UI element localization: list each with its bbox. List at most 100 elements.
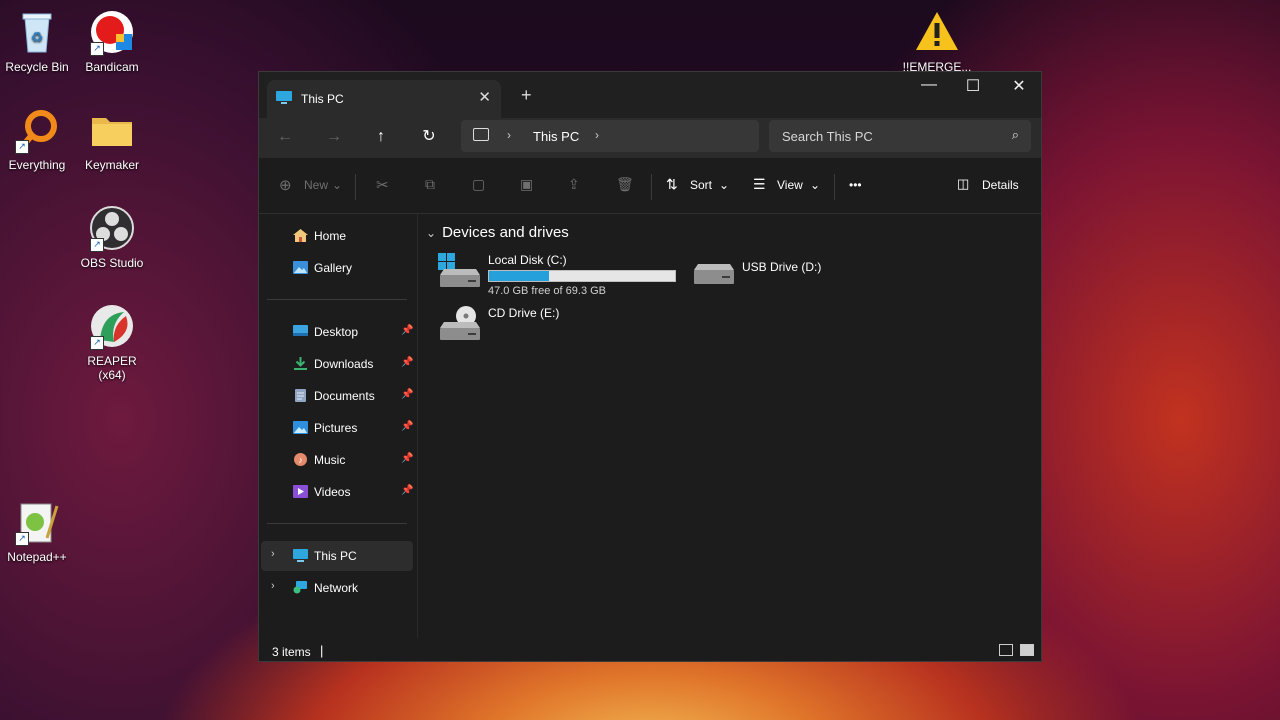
desktop-icon-label: Keymaker — [84, 158, 140, 172]
item-count: 3 items — [272, 645, 311, 659]
shortcut-arrow-icon: ↗ — [90, 238, 104, 252]
shortcut-arrow-icon: ↗ — [90, 336, 104, 350]
pin-icon[interactable]: 📌 — [401, 389, 413, 400]
desktop-icon-emergency[interactable]: !!EMERGE... — [899, 8, 975, 74]
sidebar-item-label: Pictures — [314, 421, 358, 435]
chevron-right-icon[interactable]: › — [271, 580, 275, 592]
chevron-down-icon: ⌄ — [810, 178, 821, 192]
desktop-icon-bandicam[interactable]: ↗ Bandicam — [74, 8, 150, 74]
chevron-down-icon: ⌄ — [332, 178, 343, 192]
divider — [355, 174, 356, 200]
view-icon: ☰ — [753, 176, 766, 192]
status-bar: 3 items | — [259, 638, 1041, 661]
large-icons-view-icon[interactable] — [1020, 644, 1034, 656]
sidebar-item-label: Videos — [314, 485, 351, 499]
sidebar-item-label: Music — [314, 453, 346, 467]
command-bar: ⊕ New ⌄ ✂ ⧉ ▢ ▣ ⇪ 🗑 ⇅ Sort ⌄ ☰ View ⌄ ••… — [259, 158, 1041, 214]
navigation-bar: ← → ↑ ↻ › This PC › Search This PC ⌕ — [259, 118, 1041, 158]
up-button[interactable]: ↑ — [369, 125, 393, 149]
new-tab-button[interactable]: + — [521, 85, 532, 106]
sidebar-item-label: Network — [314, 581, 359, 595]
minimize-button[interactable]: — — [914, 76, 944, 94]
chevron-right-icon[interactable]: › — [271, 548, 275, 560]
desktop-icon-label: Notepad++ — [7, 550, 67, 564]
network-icon — [293, 581, 307, 594]
sidebar-item-label: Desktop — [314, 325, 359, 339]
drive-free-space: 47.0 GB free of 69.3 GB — [488, 285, 607, 297]
desktop-folder-icon — [293, 325, 308, 336]
rename-icon[interactable]: ▣ — [520, 176, 533, 193]
sidebar-item-desktop[interactable]: Desktop 📌 — [261, 317, 413, 347]
breadcrumb-this-pc[interactable]: This PC — [533, 129, 579, 144]
sidebar-item-this-pc[interactable]: › This PC — [261, 541, 413, 571]
recycle-bin-icon: ♻ — [13, 8, 61, 56]
file-explorer-window: This PC ✕ + — ☐ ✕ ← → ↑ ↻ › This PC › Se… — [258, 71, 1042, 662]
bandicam-icon: ↗ — [88, 8, 136, 56]
divider — [651, 174, 652, 200]
sidebar-divider — [267, 299, 407, 300]
group-header-devices-and-drives[interactable]: ⌄ Devices and drives — [426, 224, 569, 241]
pin-icon[interactable]: 📌 — [401, 485, 413, 496]
sidebar-item-music[interactable]: ♪ Music 📌 — [261, 445, 413, 475]
paste-icon[interactable]: ▢ — [472, 176, 485, 193]
back-button[interactable]: ← — [273, 125, 297, 149]
desktop-icon-notepad-plus-plus[interactable]: ↗ Notepad++ — [0, 498, 75, 564]
sidebar-item-videos[interactable]: Videos 📌 — [261, 477, 413, 507]
sidebar-item-network[interactable]: › Network — [261, 573, 413, 603]
details-view-icon[interactable] — [999, 644, 1013, 656]
sidebar-item-documents[interactable]: Documents 📌 — [261, 381, 413, 411]
share-icon[interactable]: ⇪ — [568, 176, 580, 193]
this-pc-icon — [293, 549, 308, 562]
desktop-icon-label: REAPER (x64) — [87, 354, 137, 382]
desktop-icon-obs-studio[interactable]: ↗ OBS Studio — [74, 204, 150, 270]
desktop-icon-recycle-bin[interactable]: ♻ Recycle Bin — [0, 8, 75, 74]
sort-button[interactable]: Sort — [690, 178, 712, 192]
copy-icon[interactable]: ⧉ — [425, 176, 435, 193]
usb-drive-icon — [694, 264, 734, 284]
tab-close-icon[interactable]: ✕ — [478, 88, 491, 106]
sidebar-item-downloads[interactable]: Downloads 📌 — [261, 349, 413, 379]
details-button[interactable]: Details — [982, 178, 1019, 192]
desktop-icon-label: Bandicam — [85, 60, 139, 74]
windows-drive-icon — [438, 253, 480, 287]
desktop-icon-reaper[interactable]: ↗ REAPER (x64) — [74, 302, 150, 382]
status-divider: | — [320, 643, 324, 658]
forward-button[interactable]: → — [322, 125, 346, 149]
music-icon: ♪ — [294, 453, 307, 466]
delete-icon[interactable]: 🗑 — [616, 176, 634, 193]
sidebar-item-label: Downloads — [314, 357, 374, 371]
view-button[interactable]: View — [777, 178, 803, 192]
svg-text:♻: ♻ — [31, 29, 44, 45]
sidebar-item-home[interactable]: Home — [261, 221, 413, 251]
pin-icon[interactable]: 📌 — [401, 325, 413, 336]
sidebar-item-gallery[interactable]: Gallery — [261, 253, 413, 283]
refresh-button[interactable]: ↻ — [417, 125, 441, 149]
address-bar[interactable]: › This PC › — [461, 120, 759, 152]
desktop-icon-everything[interactable]: ↗ Everything — [0, 106, 75, 172]
chevron-right-icon[interactable]: › — [595, 128, 599, 142]
drive-name: USB Drive (D:) — [742, 260, 822, 274]
sidebar-item-pictures[interactable]: Pictures 📌 — [261, 413, 413, 443]
drive-usb-d[interactable]: USB Drive (D:) — [692, 260, 852, 296]
search-placeholder: Search This PC — [782, 129, 873, 144]
pin-icon[interactable]: 📌 — [401, 357, 413, 368]
folder-icon — [88, 106, 136, 154]
drive-name: Local Disk (C:) — [488, 253, 567, 267]
warning-icon — [913, 8, 961, 56]
desktop-icon-keymaker[interactable]: Keymaker — [74, 106, 150, 172]
drive-local-disk-c[interactable]: Local Disk (C:) 47.0 GB free of 69.3 GB — [438, 253, 678, 299]
chevron-down-icon: ⌄ — [719, 178, 730, 192]
desktop-icon-label: Everything — [8, 158, 66, 172]
cut-icon[interactable]: ✂ — [376, 176, 389, 194]
new-button[interactable]: New — [304, 178, 328, 192]
tab-this-pc[interactable]: This PC ✕ — [267, 80, 501, 118]
close-button[interactable]: ✕ — [1004, 76, 1034, 96]
pin-icon[interactable]: 📌 — [401, 421, 413, 432]
search-input[interactable]: Search This PC ⌕ — [769, 120, 1031, 152]
pin-icon[interactable]: 📌 — [401, 453, 413, 464]
shortcut-arrow-icon: ↗ — [90, 42, 104, 56]
drive-cd-e[interactable]: CD Drive (E:) — [438, 306, 598, 346]
navigation-pane: Home Gallery Desktop 📌 Downloads 📌 Docum… — [259, 214, 418, 638]
more-options-button[interactable]: ••• — [849, 178, 862, 192]
maximize-button[interactable]: ☐ — [958, 76, 988, 96]
